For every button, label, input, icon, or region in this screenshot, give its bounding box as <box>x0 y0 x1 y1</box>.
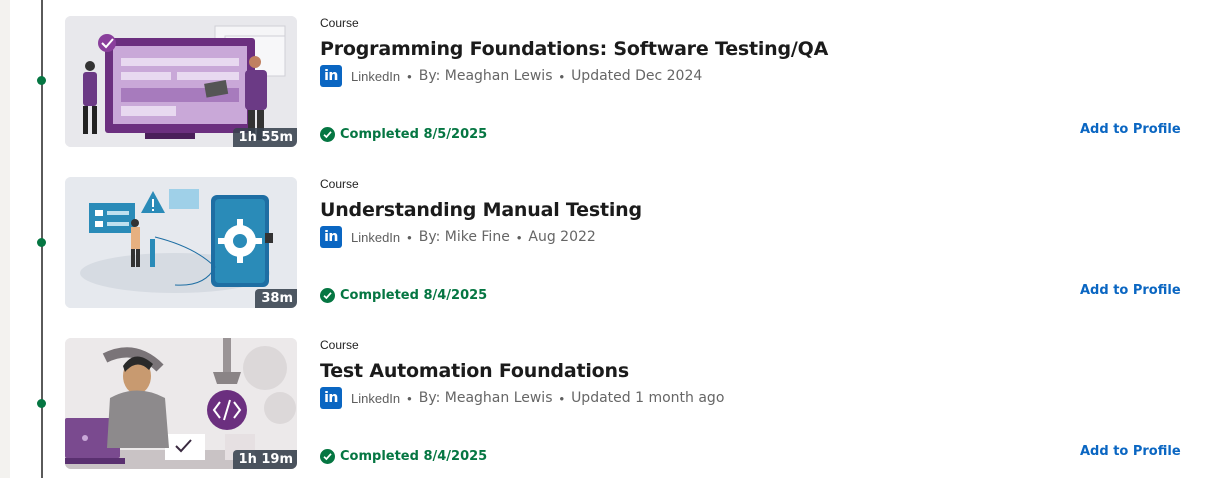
course-author: By: Meaghan Lewis <box>418 390 553 406</box>
meta-separator: • <box>516 229 522 245</box>
duration-badge: 1h 19m <box>232 450 297 469</box>
provider-name: LinkedIn <box>351 229 401 245</box>
content-type-label: Course <box>320 338 359 352</box>
course-title[interactable]: Programming Foundations: Software Testin… <box>320 38 828 60</box>
meta-separator: • <box>559 390 565 406</box>
check-circle-icon <box>320 288 335 303</box>
course-thumbnail[interactable]: 1h 55m <box>65 16 297 147</box>
content-type-label: Course <box>320 16 359 30</box>
linkedin-icon: in <box>320 65 342 87</box>
course-meta: in LinkedIn • By: Mike Fine • Aug 2022 <box>320 225 596 249</box>
completion-status: Completed 8/5/2025 <box>320 127 487 142</box>
duration-badge: 38m <box>255 289 297 308</box>
meta-separator: • <box>559 68 565 84</box>
completion-date: Completed 8/5/2025 <box>340 127 488 142</box>
course-title[interactable]: Test Automation Foundations <box>320 360 629 382</box>
add-to-profile-button[interactable]: Add to Profile <box>1080 444 1181 459</box>
meta-separator: • <box>407 390 412 406</box>
add-to-profile-button[interactable]: Add to Profile <box>1080 283 1181 298</box>
course-date: Updated Dec 2024 <box>571 68 703 84</box>
completion-status: Completed 8/4/2025 <box>320 288 487 303</box>
content-type-label: Course <box>320 177 359 191</box>
course-meta: in LinkedIn • By: Meaghan Lewis • Update… <box>320 64 702 88</box>
course-item: 1h 19m Course Test Automation Foundation… <box>0 338 1210 469</box>
completion-date: Completed 8/4/2025 <box>340 288 488 303</box>
linkedin-icon: in <box>320 387 342 409</box>
course-thumbnail[interactable]: 1h 19m <box>65 338 297 469</box>
course-item: 1h 55m Course Programming Foundations: S… <box>0 16 1210 147</box>
provider-name: LinkedIn <box>351 68 401 84</box>
duration-badge: 1h 55m <box>232 128 297 147</box>
meta-separator: • <box>407 68 412 84</box>
add-to-profile-button[interactable]: Add to Profile <box>1080 122 1181 137</box>
check-circle-icon <box>320 127 335 142</box>
check-circle-icon <box>320 449 335 464</box>
provider-name: LinkedIn <box>351 390 401 406</box>
completion-status: Completed 8/4/2025 <box>320 449 487 464</box>
course-meta: in LinkedIn • By: Meaghan Lewis • Update… <box>320 386 724 410</box>
linkedin-icon: in <box>320 226 342 248</box>
course-author: By: Meaghan Lewis <box>418 68 553 84</box>
course-title[interactable]: Understanding Manual Testing <box>320 199 642 221</box>
completion-date: Completed 8/4/2025 <box>340 449 488 464</box>
course-thumbnail[interactable]: 38m <box>65 177 297 308</box>
course-item: 38m Course Understanding Manual Testing … <box>0 177 1210 308</box>
course-author: By: Mike Fine <box>418 229 510 245</box>
meta-separator: • <box>407 229 412 245</box>
course-date: Updated 1 month ago <box>571 390 725 406</box>
course-date: Aug 2022 <box>528 229 596 245</box>
